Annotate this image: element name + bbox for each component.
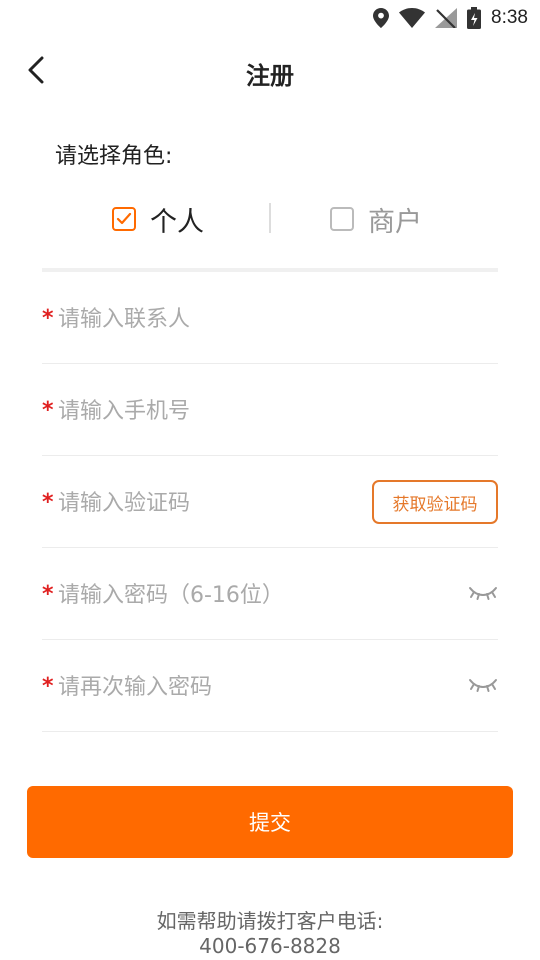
eye-closed-icon — [469, 679, 497, 692]
no-signal-icon — [435, 8, 458, 28]
page-title: 注册 — [246, 62, 294, 90]
personal-checkbox[interactable] — [112, 207, 136, 231]
battery-charging-icon — [467, 7, 482, 29]
location-icon — [373, 8, 390, 28]
contact-input[interactable] — [58, 302, 358, 336]
check-icon — [116, 212, 132, 225]
help-text: 如需帮助请拨打客户电话: — [156, 909, 384, 933]
toggle-password-visibility[interactable] — [468, 580, 498, 606]
top-nav-bar: 注册 — [0, 44, 540, 100]
required-mark: * — [42, 674, 54, 699]
phone-input[interactable] — [58, 394, 358, 428]
verification-code-field: * 获取验证码 — [42, 456, 498, 548]
submit-button[interactable]: 提交 — [27, 786, 513, 858]
password-field: * — [42, 548, 498, 640]
role-selector: 个人 商户 — [0, 196, 540, 242]
role-option-label: 商户 — [368, 206, 422, 238]
role-label: 请选择角色: — [55, 144, 173, 169]
role-option-merchant[interactable]: 商户 — [330, 196, 422, 242]
contact-field: * — [42, 272, 498, 364]
required-mark: * — [42, 582, 54, 607]
status-bar: 8:38 — [0, 0, 540, 36]
register-screen: 8:38 注册 请选择角色: 个人 商户 * * — [0, 0, 540, 960]
confirm-password-input[interactable] — [58, 670, 438, 704]
required-mark: * — [42, 306, 54, 331]
confirm-password-field: * — [42, 640, 498, 732]
eye-closed-icon — [469, 587, 497, 600]
role-option-personal[interactable]: 个人 — [112, 196, 204, 242]
help-phone-number[interactable]: 400-676-8828 — [0, 934, 540, 958]
status-time: 8:38 — [491, 7, 528, 28]
role-divider — [269, 203, 271, 233]
get-code-button[interactable]: 获取验证码 — [372, 480, 498, 524]
merchant-checkbox[interactable] — [330, 207, 354, 231]
required-mark: * — [42, 398, 54, 423]
toggle-confirm-password-visibility[interactable] — [468, 672, 498, 698]
role-option-label: 个人 — [150, 206, 204, 238]
required-mark: * — [42, 490, 54, 515]
verification-code-input[interactable] — [58, 486, 338, 520]
wifi-icon — [399, 8, 426, 28]
phone-field: * — [42, 364, 498, 456]
password-input[interactable] — [58, 578, 438, 612]
